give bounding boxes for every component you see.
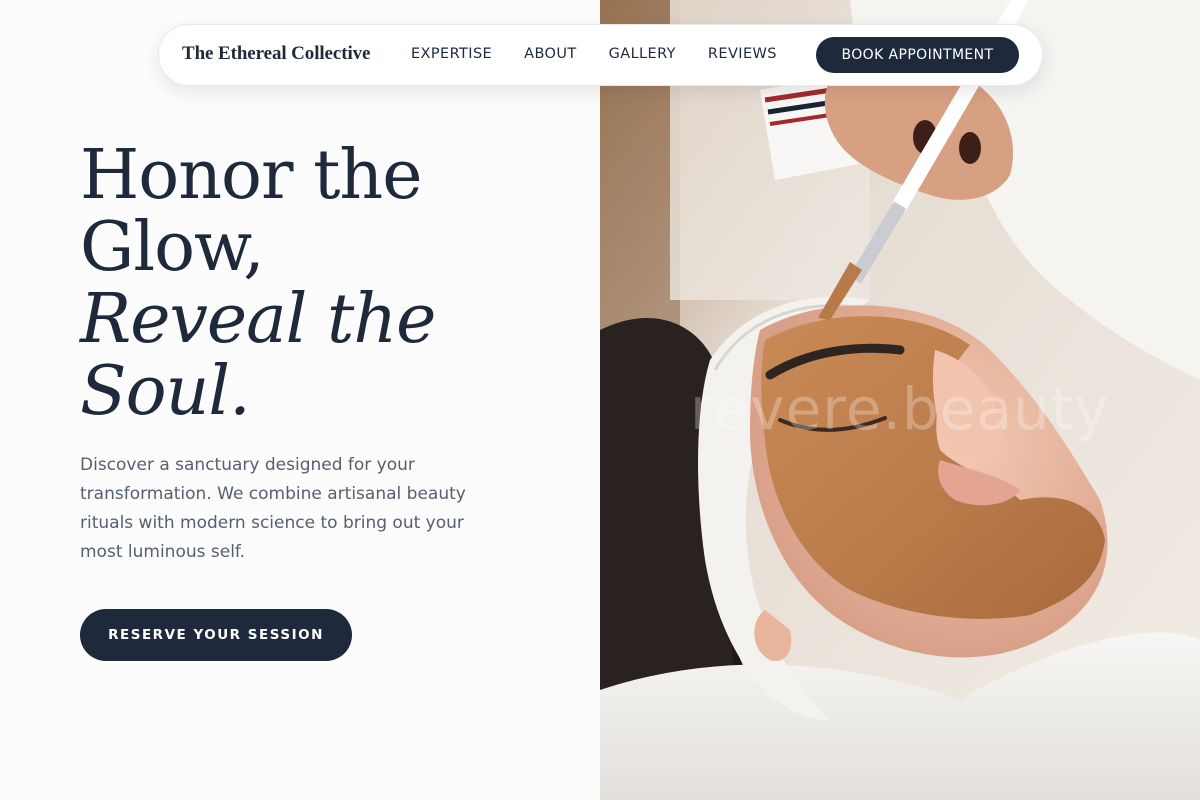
brand-logo[interactable]: The Ethereal Collective: [182, 43, 370, 65]
nav-link-gallery[interactable]: GALLERY: [609, 46, 676, 62]
headline-line-2: Glow,: [80, 208, 265, 287]
nav-link-about[interactable]: ABOUT: [524, 46, 577, 62]
hero-photo: [600, 0, 1200, 800]
nav-link-expertise[interactable]: EXPERTISE: [411, 46, 492, 62]
headline-italic-line-1: Reveal the: [80, 280, 436, 359]
nav-links: EXPERTISE ABOUT GALLERY REVIEWS: [411, 46, 809, 62]
headline-italic-line-2: Soul.: [80, 352, 251, 431]
top-navbar: The Ethereal Collective EXPERTISE ABOUT …: [158, 24, 1043, 86]
headline-line-1: Honor the: [80, 136, 422, 215]
book-appointment-button[interactable]: BOOK APPOINTMENT: [816, 37, 1019, 73]
hero-headline: Honor the Glow, Reveal the Soul.: [80, 140, 520, 428]
reserve-session-button[interactable]: RESERVE YOUR SESSION: [80, 609, 352, 661]
nav-link-reviews[interactable]: REVIEWS: [708, 46, 777, 62]
hero-intro-text: Discover a sanctuary designed for your t…: [80, 455, 466, 562]
